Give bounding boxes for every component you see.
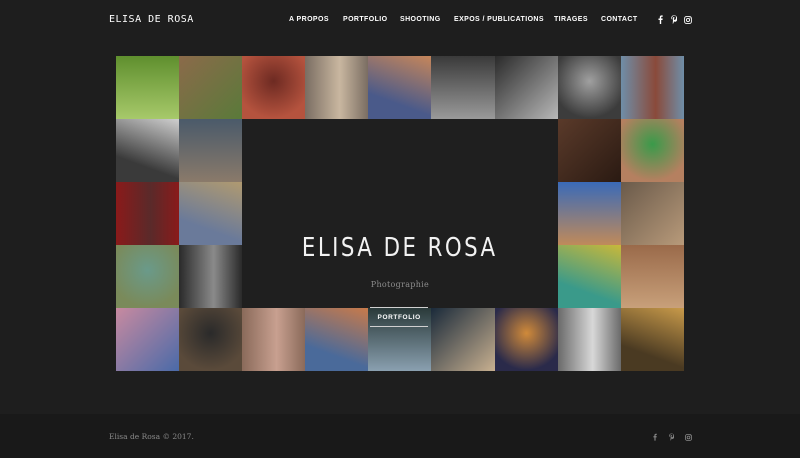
header-social-links (0, 15, 800, 27)
gallery-photo[interactable] (179, 119, 243, 182)
site-footer: Elisa de Rosa © 2017. (0, 414, 800, 458)
photo-mosaic: ELISA DE ROSA Photographie PORTFOLIO (116, 56, 684, 371)
hero-subtitle: Photographie (370, 280, 430, 289)
gallery-photo[interactable] (557, 182, 621, 245)
gallery-photo[interactable] (305, 308, 369, 371)
hero-title: ELISA DE ROSA (302, 233, 498, 263)
gallery-photo[interactable] (557, 56, 621, 119)
pinterest-icon[interactable] (670, 15, 678, 24)
gallery-photo[interactable] (116, 182, 180, 245)
gallery-photo[interactable] (116, 119, 180, 182)
gallery-photo[interactable] (431, 308, 495, 371)
gallery-photo[interactable] (557, 308, 621, 371)
gallery-photo[interactable] (557, 119, 621, 182)
site-header: ELISA DE ROSA A PROPOS PORTFOLIO SHOOTIN… (0, 0, 800, 42)
facebook-icon[interactable] (656, 15, 664, 24)
facebook-icon[interactable] (651, 433, 659, 441)
gallery-photo[interactable] (620, 119, 684, 182)
gallery-photo[interactable] (116, 56, 180, 119)
portfolio-button[interactable]: PORTFOLIO (370, 307, 429, 327)
pinterest-icon[interactable] (667, 433, 675, 441)
gallery-photo[interactable] (305, 56, 369, 119)
footer-social-links (0, 433, 800, 443)
gallery-photo[interactable] (494, 56, 558, 119)
gallery-photo[interactable] (116, 308, 180, 371)
gallery-photo[interactable] (179, 245, 243, 308)
gallery-photo[interactable] (494, 308, 558, 371)
gallery-photo[interactable] (620, 308, 684, 371)
gallery-photo[interactable] (557, 245, 621, 308)
instagram-icon[interactable] (684, 15, 692, 24)
gallery-photo[interactable] (242, 308, 306, 371)
gallery-photo[interactable] (242, 56, 306, 119)
gallery-photo[interactable] (431, 56, 495, 119)
gallery-photo[interactable] (179, 182, 243, 245)
gallery-photo[interactable] (179, 56, 243, 119)
instagram-icon[interactable] (684, 433, 692, 441)
gallery-photo[interactable] (620, 56, 684, 119)
gallery-photo[interactable] (116, 245, 180, 308)
hero-panel: ELISA DE ROSA Photographie PORTFOLIO (242, 119, 558, 327)
gallery-photo[interactable] (368, 56, 432, 119)
gallery-photo[interactable] (179, 308, 243, 371)
gallery-photo[interactable] (620, 182, 684, 245)
gallery-photo[interactable] (620, 245, 684, 308)
